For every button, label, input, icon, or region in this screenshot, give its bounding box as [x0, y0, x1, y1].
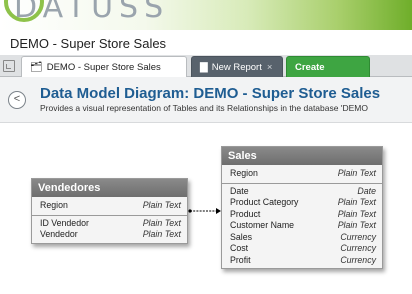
field-type: Plain Text: [337, 220, 376, 230]
field-name: Region: [40, 200, 68, 210]
field-type: Plain Text: [142, 229, 181, 239]
back-button[interactable]: <: [8, 91, 26, 109]
field-row: Customer Name Plain Text: [222, 220, 382, 232]
field-type: Currency: [340, 254, 376, 265]
key-fields: Region Plain Text: [32, 197, 187, 216]
field-row: Product Category Plain Text: [222, 197, 382, 209]
field-type: Plain Text: [142, 217, 181, 228]
field-name: ID Vendedor: [40, 217, 89, 228]
logo-banner: DATUSS: [0, 0, 412, 30]
key-fields: Region Plain Text: [222, 165, 382, 184]
table-sales[interactable]: Sales Region Plain Text Date Date Produc…: [221, 146, 383, 269]
table-title: Sales: [222, 147, 382, 165]
tab-data-model[interactable]: 🗂 DEMO - Super Store Sales: [21, 56, 187, 77]
table-vendedores[interactable]: Vendedores Region Plain Text ID Vendedor…: [31, 178, 188, 244]
window-title: DEMO - Super Store Sales: [10, 36, 167, 51]
field-name: Vendedor: [40, 229, 78, 239]
field-name: Profit: [230, 254, 251, 265]
field-type: Currency: [340, 243, 376, 253]
field-type: Plain Text: [337, 208, 376, 219]
field-row: Date Date: [222, 186, 382, 198]
tab-label: DEMO - Super Store Sales: [46, 62, 161, 73]
diagram-icon: 🗂: [30, 62, 43, 73]
field-type: Plain Text: [337, 197, 376, 207]
fields: ID Vendedor Plain Text Vendedor Plain Te…: [32, 216, 187, 243]
page-subtitle: Provides a visual representation of Tabl…: [40, 103, 368, 113]
logo-text: DATUSS: [14, 0, 170, 25]
tab-list-icon[interactable]: [3, 60, 15, 72]
close-icon[interactable]: ×: [267, 62, 273, 73]
field-name: Product Category: [230, 197, 299, 207]
tab-label: New Report: [211, 62, 262, 73]
field-name: Cost: [230, 243, 249, 253]
field-name: Customer Name: [230, 220, 295, 230]
field-name: Sales: [230, 231, 253, 242]
field-name: Region: [230, 168, 258, 178]
field-type: Plain Text: [142, 200, 181, 210]
field-type: Plain Text: [337, 168, 376, 178]
relationship-connector: [188, 208, 221, 214]
table-title: Vendedores: [32, 179, 187, 197]
create-new-button[interactable]: Create New+: [286, 56, 370, 94]
field-row: Profit Currency: [222, 255, 382, 267]
field-row: Sales Currency: [222, 232, 382, 244]
field-type: Date: [357, 185, 376, 196]
field-row: Product Plain Text: [222, 209, 382, 221]
field-type: Currency: [340, 231, 376, 242]
tab-new-report[interactable]: ▇ New Report ×: [191, 56, 283, 77]
field-row: Cost Currency: [222, 243, 382, 255]
field-row: Region Plain Text: [222, 168, 382, 180]
bar-chart-icon: ▇: [200, 62, 208, 73]
field-row: ID Vendedor Plain Text: [32, 218, 187, 230]
field-name: Date: [230, 185, 249, 196]
field-row: Vendedor Plain Text: [32, 229, 187, 241]
field-name: Product: [230, 208, 261, 219]
fields: Date Date Product Category Plain Text Pr…: [222, 184, 382, 269]
page-title: Data Model Diagram: DEMO - Super Store S…: [40, 85, 381, 102]
field-row: Region Plain Text: [32, 200, 187, 212]
